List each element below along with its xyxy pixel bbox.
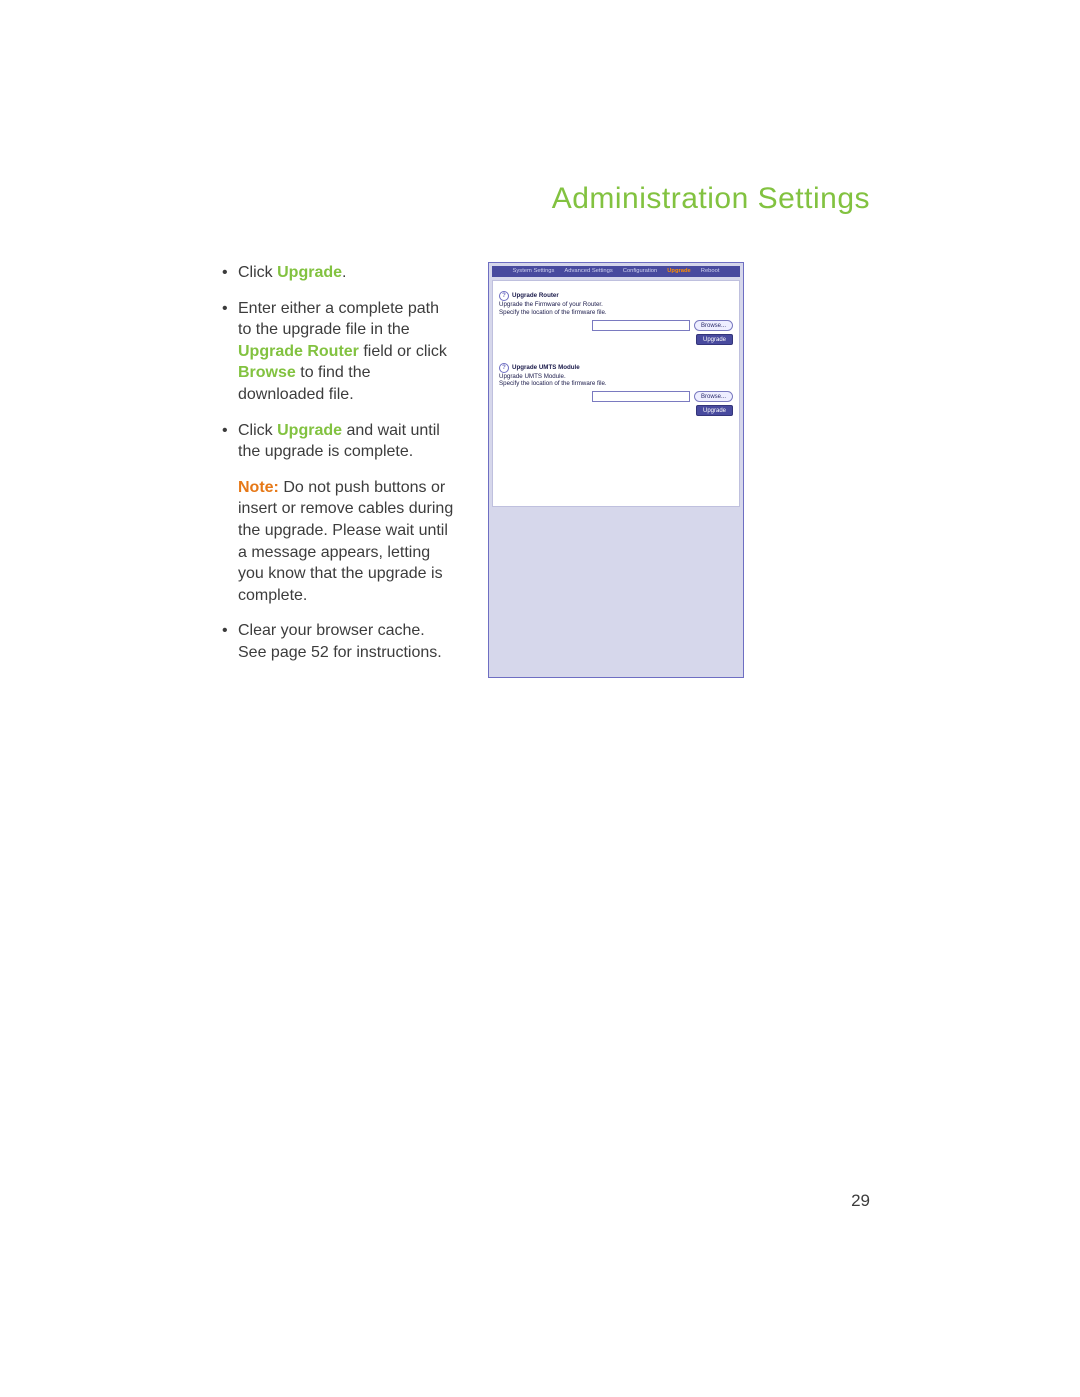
file-row: Browse... xyxy=(499,320,733,331)
bullet-enter-path: Enter either a complete path to the upgr… xyxy=(222,298,456,406)
tab-advanced-settings[interactable]: Advanced Settings xyxy=(564,268,612,275)
document-page: Administration Settings Click Upgrade. E… xyxy=(0,0,1080,1397)
section-upgrade-router: ?Upgrade Router Upgrade the Firmware of … xyxy=(499,291,733,345)
upgrade-keyword: Upgrade xyxy=(277,264,342,281)
action-row: Upgrade xyxy=(499,405,733,416)
bullet-click-and-wait: Click Upgrade and wait until the upgrade… xyxy=(222,420,456,463)
section-title: ?Upgrade UMTS Module xyxy=(499,363,733,373)
help-icon[interactable]: ? xyxy=(499,291,509,301)
tab-upgrade[interactable]: Upgrade xyxy=(667,268,691,275)
firmware-path-input[interactable] xyxy=(592,391,690,402)
router-tabs: System Settings Advanced Settings Config… xyxy=(492,266,740,277)
firmware-path-input[interactable] xyxy=(592,320,690,331)
page-number: 29 xyxy=(851,1191,870,1211)
upgrade-keyword: Upgrade xyxy=(277,422,342,439)
bullet-click-upgrade: Click Upgrade. xyxy=(222,262,456,284)
text: Click xyxy=(238,264,277,281)
text: Enter either a complete path to the upgr… xyxy=(238,300,439,339)
instruction-list-2: Clear your browser cache. See page 52 fo… xyxy=(222,620,456,663)
help-icon[interactable]: ? xyxy=(499,363,509,373)
router-pane: ?Upgrade Router Upgrade the Firmware of … xyxy=(492,280,740,507)
instruction-column: Click Upgrade. Enter either a complete p… xyxy=(222,262,456,678)
page-title: Administration Settings xyxy=(552,182,870,216)
text: . xyxy=(342,264,346,281)
upgrade-button[interactable]: Upgrade xyxy=(696,334,733,345)
tab-reboot[interactable]: Reboot xyxy=(701,268,720,275)
browse-button[interactable]: Browse... xyxy=(694,320,733,331)
section-line: Upgrade UMTS Module. xyxy=(499,373,733,381)
tab-configuration[interactable]: Configuration xyxy=(623,268,657,275)
router-admin-screenshot: System Settings Advanced Settings Config… xyxy=(488,262,744,678)
section-line: Specify the location of the firmware fil… xyxy=(499,309,733,317)
file-row: Browse... xyxy=(499,391,733,402)
note-block: Note: Do not push buttons or insert or r… xyxy=(222,477,456,607)
screenshot-column: System Settings Advanced Settings Config… xyxy=(488,262,870,678)
section-line: Upgrade the Firmware of your Router. xyxy=(499,301,733,309)
spacer xyxy=(499,345,733,359)
note-text: Do not push buttons or insert or remove … xyxy=(238,479,453,604)
title-text: Upgrade Router xyxy=(512,292,559,299)
tab-system-settings[interactable]: System Settings xyxy=(513,268,555,275)
text: field or click xyxy=(359,343,447,360)
body-columns: Click Upgrade. Enter either a complete p… xyxy=(222,262,870,678)
section-line: Specify the location of the firmware fil… xyxy=(499,380,733,388)
upgrade-router-field: Upgrade Router xyxy=(238,343,359,360)
text: Click xyxy=(238,422,277,439)
action-row: Upgrade xyxy=(499,334,733,345)
upgrade-button[interactable]: Upgrade xyxy=(696,405,733,416)
section-upgrade-umts: ?Upgrade UMTS Module Upgrade UMTS Module… xyxy=(499,363,733,417)
title-text: Upgrade UMTS Module xyxy=(512,364,580,371)
browse-keyword: Browse xyxy=(238,364,296,381)
instruction-list: Click Upgrade. Enter either a complete p… xyxy=(222,262,456,463)
browse-button[interactable]: Browse... xyxy=(694,391,733,402)
section-title: ?Upgrade Router xyxy=(499,291,733,301)
note-label: Note: xyxy=(238,479,279,496)
bullet-clear-cache: Clear your browser cache. See page 52 fo… xyxy=(222,620,456,663)
